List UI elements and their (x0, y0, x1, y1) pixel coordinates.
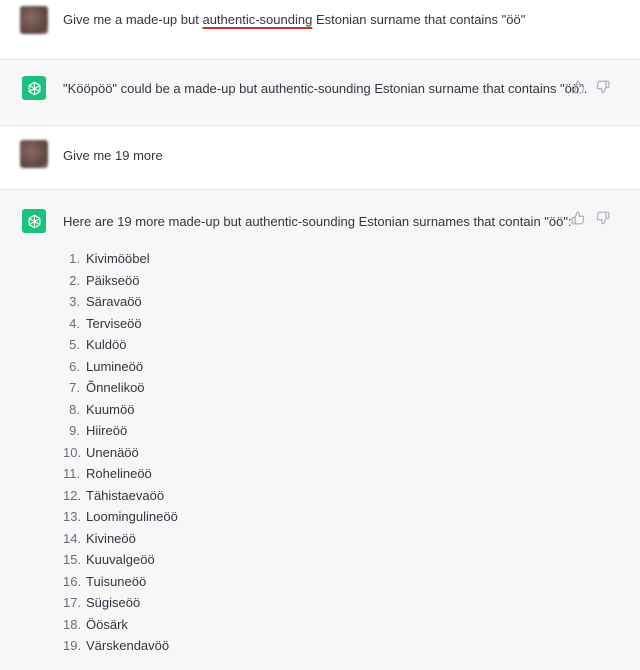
user-message-text: Give me 19 more (63, 148, 163, 163)
list-item: 16. Tuisuneöö (63, 573, 147, 589)
list-item: 8. Kuumöö (69, 401, 135, 417)
list-item: 10. Unenäöö (63, 444, 139, 460)
thumbs-up-icon[interactable] (571, 211, 585, 228)
thumbs-down-icon[interactable] (596, 211, 610, 228)
list-item: 15. Kuuvalgeöö (63, 552, 155, 567)
list-item: 4. Terviseöö (69, 315, 142, 331)
user-message-text: Give me a made-up but authentic-sounding… (63, 12, 526, 27)
list-item: 18. Öösärk (63, 616, 128, 632)
list-item: 1. Kivimööbel (69, 251, 150, 266)
openai-logo-icon (22, 209, 46, 233)
list-item: 5. Kuldöö (69, 337, 127, 352)
assistant-message-1: "Kööpöö" could be a made-up but authenti… (0, 60, 640, 126)
list-item: 14. Kivineöö (63, 530, 136, 546)
user-message-2: Give me 19 more (0, 126, 640, 190)
feedback-buttons (571, 80, 610, 97)
spellcheck-underlined-word[interactable]: authentic-sounding (202, 12, 312, 27)
list-item: 9. Hiireöö (69, 423, 128, 438)
list-item: 12. Tähistaevaöö (63, 487, 165, 503)
list-item: 13. Loomingulineöö (63, 509, 178, 524)
list-item: 11. Rohelineöö (63, 466, 152, 481)
thumbs-up-icon[interactable] (571, 80, 585, 97)
feedback-buttons (571, 211, 610, 228)
thumbs-down-icon[interactable] (596, 80, 610, 97)
user-message-1: Give me a made-up but authentic-sounding… (0, 0, 640, 60)
user-avatar (20, 140, 48, 168)
list-item: 2. Päikseöö (69, 272, 140, 288)
assistant-message-text: "Kööpöö" could be a made-up but authenti… (63, 81, 588, 96)
surname-list: 1. Kivimööbel 2. Päikseöö 3. Säravaöö 4. Ter… (63, 248, 178, 657)
openai-logo-icon (22, 76, 46, 100)
user-avatar (20, 6, 48, 34)
list-item: 17. Sügiseöö (63, 595, 141, 610)
list-item: 6. Lumineöö (69, 358, 144, 374)
list-item: 3. Säravaöö (69, 294, 142, 309)
list-item: 7. Õnnelikoö (69, 380, 145, 395)
list-item: 19. Värskendavöö (63, 638, 170, 653)
assistant-message-text: Here are 19 more made-up but authentic-s… (63, 214, 572, 229)
